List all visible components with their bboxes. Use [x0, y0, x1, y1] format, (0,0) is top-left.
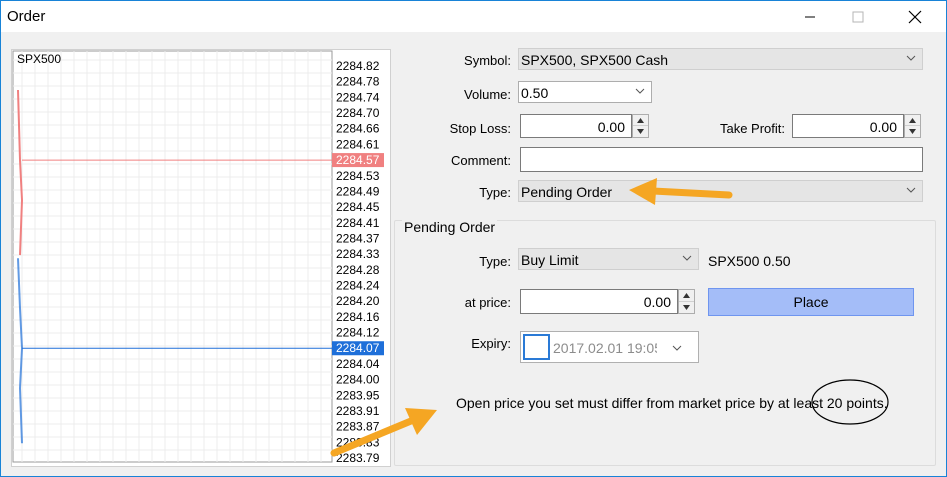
tick-chart: 2284.82 2284.78 2284.74 2284.70 2284.66 2284.… — [11, 49, 391, 467]
price-tick-label: 2284.37 — [336, 231, 380, 245]
bid-price-label: 2284.07 — [336, 341, 380, 355]
stop-loss-input[interactable]: 0.00 — [520, 114, 632, 138]
price-tick-label: 2284.78 — [336, 75, 380, 89]
dialog-content: 2284.82 2284.78 2284.74 2284.70 2284.66 2284.… — [1, 32, 946, 476]
window-title: Order — [7, 8, 46, 25]
at-price-spinner[interactable] — [678, 289, 695, 314]
pending-summary: SPX500 0.50 — [708, 253, 791, 269]
maximize-button[interactable] — [835, 1, 881, 32]
price-tick-label: 2284.24 — [336, 279, 380, 293]
minimize-icon — [805, 16, 815, 17]
price-tick-label: 2284.00 — [336, 373, 380, 387]
comment-label: Comment: — [451, 153, 511, 168]
place-button[interactable]: Place — [708, 288, 914, 316]
pending-order-title: Pending Order — [402, 219, 498, 235]
price-tick-label: 2284.49 — [336, 184, 380, 198]
price-tick-label: 2284.41 — [336, 216, 380, 230]
close-button[interactable] — [892, 1, 938, 32]
tick-chart-svg: 2284.822284.782284.742284.702284.662284.… — [12, 50, 384, 465]
order-type-select[interactable]: Pending Order — [518, 180, 923, 202]
maximize-icon — [852, 11, 864, 22]
price-tick-label: 2284.53 — [336, 169, 380, 183]
price-distance-message: Open price you set must differ from mark… — [456, 395, 888, 411]
close-icon — [908, 10, 922, 23]
price-tick-label: 2283.91 — [336, 404, 380, 418]
symbol-value: SPX500, SPX500 Cash — [521, 52, 669, 68]
type-label: Type: — [479, 185, 511, 200]
price-tick-label: 2284.74 — [336, 90, 380, 104]
price-tick-label: 2284.70 — [336, 106, 380, 120]
chart-symbol-label: SPX500 — [17, 52, 62, 66]
spin-down-icon[interactable] — [905, 126, 920, 137]
chevron-down-icon — [682, 255, 692, 261]
message-points: 20 points. — [826, 395, 888, 411]
spin-down-icon[interactable] — [633, 126, 648, 137]
expiry-label: Expiry: — [471, 336, 511, 351]
price-tick-label: 2284.61 — [336, 137, 380, 151]
volume-label: Volume: — [464, 87, 511, 102]
at-price-input[interactable]: 0.00 — [520, 289, 678, 314]
message-text: Open price you set must differ from mark… — [456, 395, 827, 411]
take-profit-label: Take Profit: — [719, 121, 785, 136]
price-tick-label: 2283.87 — [336, 420, 380, 434]
pending-type-value: Buy Limit — [521, 252, 579, 268]
take-profit-value: 0.00 — [869, 119, 897, 135]
spin-up-icon[interactable] — [633, 115, 648, 126]
chevron-down-icon — [672, 345, 682, 351]
stop-loss-value: 0.00 — [597, 119, 625, 135]
volume-value: 0.50 — [521, 85, 549, 101]
place-button-label: Place — [793, 294, 829, 310]
price-tick-label: 2284.04 — [336, 357, 380, 371]
spin-down-icon[interactable] — [679, 302, 694, 314]
ask-price-label: 2284.57 — [336, 153, 380, 167]
price-tick-label: 2283.95 — [336, 388, 380, 402]
price-tick-label: 2284.20 — [336, 294, 380, 308]
price-tick-label: 2283.83 — [336, 435, 380, 449]
order-window: Order 2284.82 2284.78 2284.74 2284.70 2284.6… — [0, 0, 947, 477]
expiry-value: 2017.02.01 19:05 — [553, 340, 657, 356]
title-bar[interactable]: Order — [1, 1, 946, 32]
symbol-label: Symbol: — [464, 53, 511, 68]
price-tick-label: 2284.16 — [336, 310, 380, 324]
pending-type-select[interactable]: Buy Limit — [518, 248, 699, 270]
price-tick-label: 2284.12 — [336, 326, 380, 340]
price-tick-label: 2284.82 — [336, 59, 380, 73]
order-type-value: Pending Order — [521, 184, 613, 200]
spin-up-icon[interactable] — [905, 115, 920, 126]
symbol-select[interactable]: SPX500, SPX500 Cash — [518, 48, 923, 70]
stop-loss-spinner[interactable] — [632, 114, 649, 138]
expiry-checkbox[interactable] — [523, 334, 550, 360]
comment-input[interactable] — [520, 147, 923, 172]
chevron-down-icon — [635, 88, 645, 94]
volume-select[interactable]: 0.50 — [518, 81, 652, 103]
take-profit-input[interactable]: 0.00 — [792, 114, 904, 138]
minimize-button[interactable] — [787, 1, 833, 32]
price-tick-label: 2284.66 — [336, 122, 380, 136]
spin-up-icon[interactable] — [679, 290, 694, 302]
at-price-value: 0.00 — [643, 294, 671, 310]
take-profit-spinner[interactable] — [904, 114, 921, 138]
chevron-down-icon — [906, 187, 916, 193]
expiry-picker[interactable]: 2017.02.01 19:05 — [520, 331, 699, 363]
chevron-down-icon — [906, 55, 916, 61]
price-tick-label: 2284.33 — [336, 247, 380, 261]
price-tick-label: 2284.28 — [336, 263, 380, 277]
at-price-label: at price: — [464, 295, 511, 310]
stop-loss-label: Stop Loss: — [449, 121, 511, 136]
pending-type-label: Type: — [479, 254, 511, 269]
price-tick-label: 2284.45 — [336, 200, 380, 214]
price-tick-label: 2283.79 — [336, 451, 380, 465]
